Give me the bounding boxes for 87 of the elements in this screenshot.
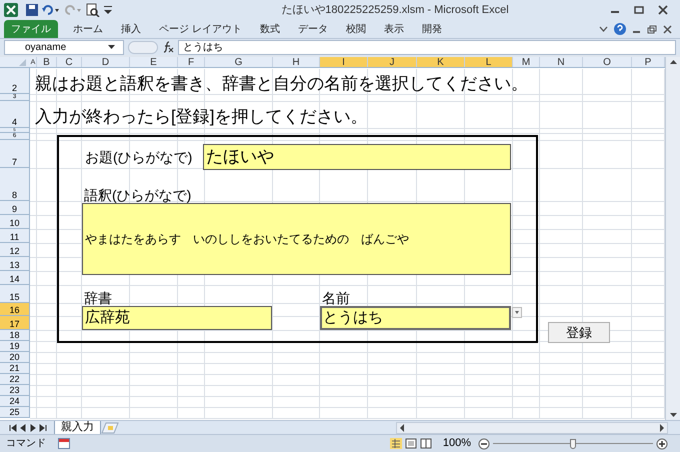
row-header[interactable]: 7 [0, 140, 30, 168]
title-field[interactable]: たほいや [203, 144, 511, 170]
column-header[interactable]: J [368, 57, 417, 67]
zoom-in-icon[interactable] [656, 438, 668, 450]
horizontal-scrollbar[interactable] [396, 422, 668, 434]
row-header[interactable]: 2 [0, 70, 30, 94]
undo-icon[interactable] [42, 4, 60, 16]
row-header[interactable]: 9 [0, 201, 30, 215]
scroll-down-icon[interactable] [668, 412, 678, 418]
formula-value: とうはち [183, 40, 223, 54]
collapse-ribbon-icon[interactable] [599, 25, 608, 33]
spreadsheet-app-icon[interactable] [4, 3, 18, 17]
name-field[interactable]: とうはち [320, 306, 511, 330]
column-header[interactable]: N [540, 57, 583, 67]
field-label: 辞書 [84, 289, 112, 307]
row-header[interactable]: 13 [0, 257, 30, 271]
ribbon-tab[interactable]: ホーム [64, 20, 112, 38]
column-header[interactable]: G [205, 57, 273, 67]
column-header[interactable]: E [130, 57, 178, 67]
window-title: たほいや180225225259.xlsm - Microsoft Excel [280, 2, 510, 18]
scroll-left-icon[interactable] [399, 424, 405, 432]
field-label: お題(ひらがなで) [85, 148, 192, 166]
ribbon-tab[interactable]: 数式 [250, 20, 289, 38]
ribbon-tab[interactable]: 開発 [412, 20, 451, 38]
dropdown-arrow-icon[interactable] [108, 44, 115, 50]
customize-menu-icon[interactable] [104, 5, 112, 15]
column-header[interactable]: B [37, 57, 57, 67]
column-header[interactable]: D [82, 57, 130, 67]
row-header[interactable]: 22 [0, 374, 30, 385]
status-mode: コマンド [6, 437, 46, 451]
column-header[interactable]: O [583, 57, 632, 67]
column-header[interactable]: F [178, 57, 205, 67]
help-icon[interactable] [614, 23, 626, 35]
meaning-field[interactable]: やまはたをあらす いのししをおいたてるための ばんごや [82, 203, 511, 275]
row-header[interactable]: 4 [0, 101, 30, 128]
name-box[interactable]: oyaname [4, 40, 124, 54]
column-header[interactable]: L [465, 57, 513, 67]
row-header[interactable]: 10 [0, 215, 30, 229]
ribbon-tab[interactable]: 表示 [374, 20, 413, 38]
row-header[interactable]: 12 [0, 243, 30, 257]
print-preview-icon[interactable] [86, 3, 100, 17]
page-layout-icon[interactable] [404, 438, 417, 449]
row-header[interactable]: 24 [0, 396, 30, 407]
scroll-up-icon[interactable] [668, 59, 678, 65]
instruction-text: 入力が終わったら[登録]を押してください。 [35, 106, 368, 128]
ribbon-tab[interactable]: 挿入 [112, 20, 150, 38]
column-header[interactable]: M [513, 57, 540, 67]
close-icon[interactable] [663, 24, 672, 34]
zoom-level: 100% [442, 436, 471, 452]
row-header[interactable]: 11 [0, 229, 30, 243]
row-header[interactable]: 8 [0, 168, 30, 201]
field-label: 名前 [322, 289, 350, 307]
row-header[interactable]: 17 [0, 316, 30, 330]
row-header[interactable]: 23 [0, 385, 30, 396]
register-button[interactable]: 登録 [548, 322, 610, 343]
ribbon-tab[interactable]: ファイル [4, 20, 58, 38]
vertical-scrollbar[interactable] [665, 57, 680, 420]
dictionary-field[interactable]: 広辞苑 [82, 306, 272, 330]
macro-record-icon[interactable] [58, 438, 70, 449]
ribbon-tab[interactable]: ページ レイアウト [150, 20, 251, 38]
page-break-icon[interactable] [420, 438, 432, 449]
field-label: 語釈(ひらがなで) [84, 186, 192, 204]
row-header[interactable]: 15 [0, 285, 30, 303]
name-box-value: oyaname [25, 40, 66, 54]
close-icon[interactable] [658, 5, 668, 15]
ribbon-tab[interactable]: データ [288, 20, 337, 38]
column-header[interactable]: I [320, 57, 368, 67]
row-header[interactable]: 25 [0, 407, 30, 418]
scroll-right-icon[interactable] [659, 424, 665, 432]
instruction-text: 親はお題と語釈を書き、辞書と自分の名前を選択してください。 [35, 73, 528, 95]
row-header[interactable]: 16 [0, 303, 30, 316]
sheet-tab[interactable]: 親入力 [54, 420, 101, 434]
row-header[interactable]: 20 [0, 352, 30, 363]
column-header[interactable]: K [417, 57, 465, 67]
formula-input[interactable]: とうはち [178, 40, 676, 54]
row-header[interactable]: 18 [0, 330, 30, 341]
row-header[interactable]: 14 [0, 271, 30, 285]
function-icon[interactable] [162, 41, 174, 53]
row-header[interactable]: 19 [0, 341, 30, 352]
slider-thumb[interactable] [570, 438, 576, 448]
column-header[interactable]: C [57, 57, 82, 67]
save-icon[interactable] [26, 4, 38, 16]
normal-view-icon[interactable] [390, 438, 402, 449]
ribbon-tab[interactable]: 校閲 [336, 20, 375, 38]
zoom-out-icon[interactable] [478, 438, 490, 450]
zoom-slider[interactable] [493, 438, 653, 450]
row-header[interactable]: 21 [0, 363, 30, 374]
